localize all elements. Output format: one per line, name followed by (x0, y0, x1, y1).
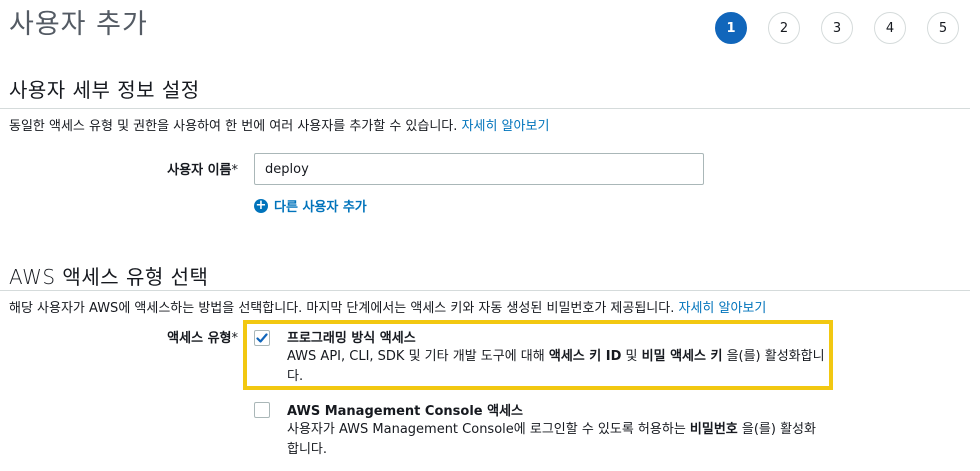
details-description: 동일한 액세스 유형 및 권한을 사용하여 한 번에 여러 사용자를 추가할 수… (9, 115, 549, 134)
access-divider (0, 290, 970, 291)
access-type-label: 액세스 유형* (120, 327, 238, 346)
step-5[interactable]: 5 (927, 12, 959, 44)
access-description-text: 해당 사용자가 AWS에 액세스하는 방법을 선택합니다. 마지막 단계에서는 … (9, 301, 675, 316)
add-another-user-button[interactable]: + 다른 사용자 추가 (254, 196, 367, 215)
username-label-text: 사용자 이름 (167, 163, 232, 178)
username-input[interactable] (254, 153, 704, 185)
console-access-checkbox[interactable] (254, 402, 270, 418)
programmatic-access-desc-part: AWS API, CLI, SDK 및 기타 개발 도구에 대해 (287, 349, 549, 364)
access-key-id-text: 액세스 키 ID (548, 349, 622, 364)
details-divider (0, 108, 970, 109)
page-title: 사용자 추가 (9, 9, 148, 40)
access-description: 해당 사용자가 AWS에 액세스하는 방법을 선택합니다. 마지막 단계에서는 … (9, 297, 766, 316)
step-2[interactable]: 2 (768, 12, 800, 44)
step-3[interactable]: 3 (821, 12, 853, 44)
details-section-title: 사용자 세부 정보 설정 (9, 78, 200, 102)
programmatic-access-desc-part: 및 (621, 349, 642, 364)
password-text: 비밀번호 (689, 422, 738, 437)
required-mark: * (231, 163, 239, 178)
access-type-label-text: 액세스 유형 (167, 331, 232, 346)
console-access-title: AWS Management Console 액세스 (287, 404, 523, 419)
access-learn-more-link[interactable]: 자세히 알아보기 (679, 301, 767, 316)
wizard-steps: 1 2 3 4 5 (715, 12, 980, 44)
step-4[interactable]: 4 (874, 12, 906, 44)
console-access-description: 사용자가 AWS Management Console에 로그인할 수 있도록 … (287, 420, 827, 460)
step-1[interactable]: 1 (715, 12, 747, 44)
programmatic-access-checkbox[interactable] (254, 330, 270, 346)
plus-circle-icon: + (254, 198, 268, 213)
console-access-desc-part: 사용자가 AWS Management Console에 로그인할 수 있도록 … (287, 422, 690, 437)
username-label: 사용자 이름* (120, 159, 238, 178)
add-another-user-label: 다른 사용자 추가 (274, 200, 367, 215)
checkmark-icon (256, 333, 268, 343)
details-description-text: 동일한 액세스 유형 및 권한을 사용하여 한 번에 여러 사용자를 추가할 수… (9, 119, 458, 134)
details-learn-more-link[interactable]: 자세히 알아보기 (462, 119, 550, 134)
required-mark: * (231, 331, 239, 346)
programmatic-access-title: 프로그래밍 방식 액세스 (287, 331, 416, 346)
secret-access-key-text: 비밀 액세스 키 (641, 349, 723, 364)
access-section-title: AWS 액세스 유형 선택 (9, 265, 209, 289)
programmatic-access-description: AWS API, CLI, SDK 및 기타 개발 도구에 대해 액세스 키 I… (287, 347, 827, 387)
